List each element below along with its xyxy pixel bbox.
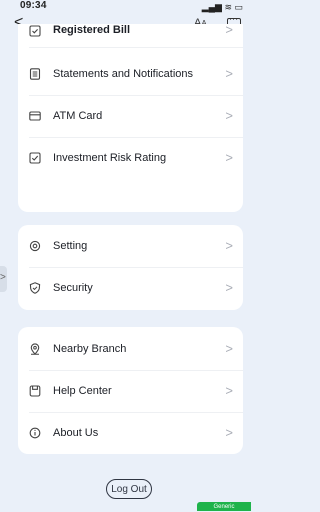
menu-card-accounts: Registered Bill > Statements and Notific… — [18, 24, 243, 212]
side-expand-tab[interactable]: > — [0, 266, 7, 292]
menu-item-investment-risk-rating[interactable]: Investment Risk Rating > — [18, 138, 243, 180]
menu-item-label: About Us — [53, 427, 99, 439]
gear-icon — [29, 240, 41, 252]
chevron-right-icon: > — [225, 280, 233, 295]
menu-item-setting[interactable]: Setting > — [18, 226, 243, 268]
chevron-right-icon: > — [0, 272, 6, 283]
menu-item-label: Investment Risk Rating — [53, 152, 167, 164]
menu-item-label: Help Center — [53, 385, 112, 397]
menu-item-label: Registered Bill — [53, 24, 131, 36]
menu-card-settings: Setting > Security > — [18, 225, 243, 310]
location-icon — [30, 343, 40, 355]
chevron-right-icon: > — [225, 150, 233, 165]
chevron-right-icon: > — [225, 383, 233, 398]
shield-icon — [29, 282, 41, 294]
info-icon — [29, 427, 41, 439]
log-out-button[interactable]: Log Out — [106, 479, 152, 499]
menu-item-label: Setting — [53, 240, 88, 252]
document-icon — [29, 68, 41, 80]
chevron-right-icon: > — [225, 24, 233, 37]
menu-item-about-us[interactable]: About Us > — [18, 413, 243, 454]
menu-item-atm-card[interactable]: ATM Card > — [18, 96, 243, 138]
menu-item-label: Nearby Branch — [53, 343, 127, 355]
status-bar: 09:34 ▂▄▆ ≋ ▭ — [0, 0, 251, 14]
menu-item-registered-bill[interactable]: Registered Bill > — [18, 24, 243, 48]
menu-item-security[interactable]: Security > — [18, 268, 243, 310]
chevron-right-icon: > — [225, 238, 233, 253]
divider — [29, 47, 243, 48]
menu-card-support: Nearby Branch > Help Center > About Us > — [18, 327, 243, 454]
menu-item-help-center[interactable]: Help Center > — [18, 371, 243, 413]
chevron-right-icon: > — [225, 341, 233, 356]
checkbox-icon — [29, 25, 41, 37]
chevron-right-icon: > — [225, 108, 233, 123]
menu-item-label: Statements and Notifications — [53, 68, 194, 80]
menu-item-label: Security — [53, 282, 93, 294]
card-icon — [29, 111, 41, 121]
menu-item-statements[interactable]: Statements and Notifications > — [18, 54, 243, 96]
chevron-right-icon: > — [225, 425, 233, 440]
chevron-right-icon: > — [225, 66, 233, 81]
green-tag[interactable]: Generic — [197, 502, 251, 511]
menu-item-label: ATM Card — [53, 110, 103, 122]
menu-item-nearby-branch[interactable]: Nearby Branch > — [18, 329, 243, 371]
rating-icon — [29, 152, 41, 164]
status-time: 09:34 — [20, 0, 47, 11]
status-icons: ▂▄▆ ≋ ▭ — [201, 2, 243, 12]
help-center-icon — [29, 385, 41, 397]
